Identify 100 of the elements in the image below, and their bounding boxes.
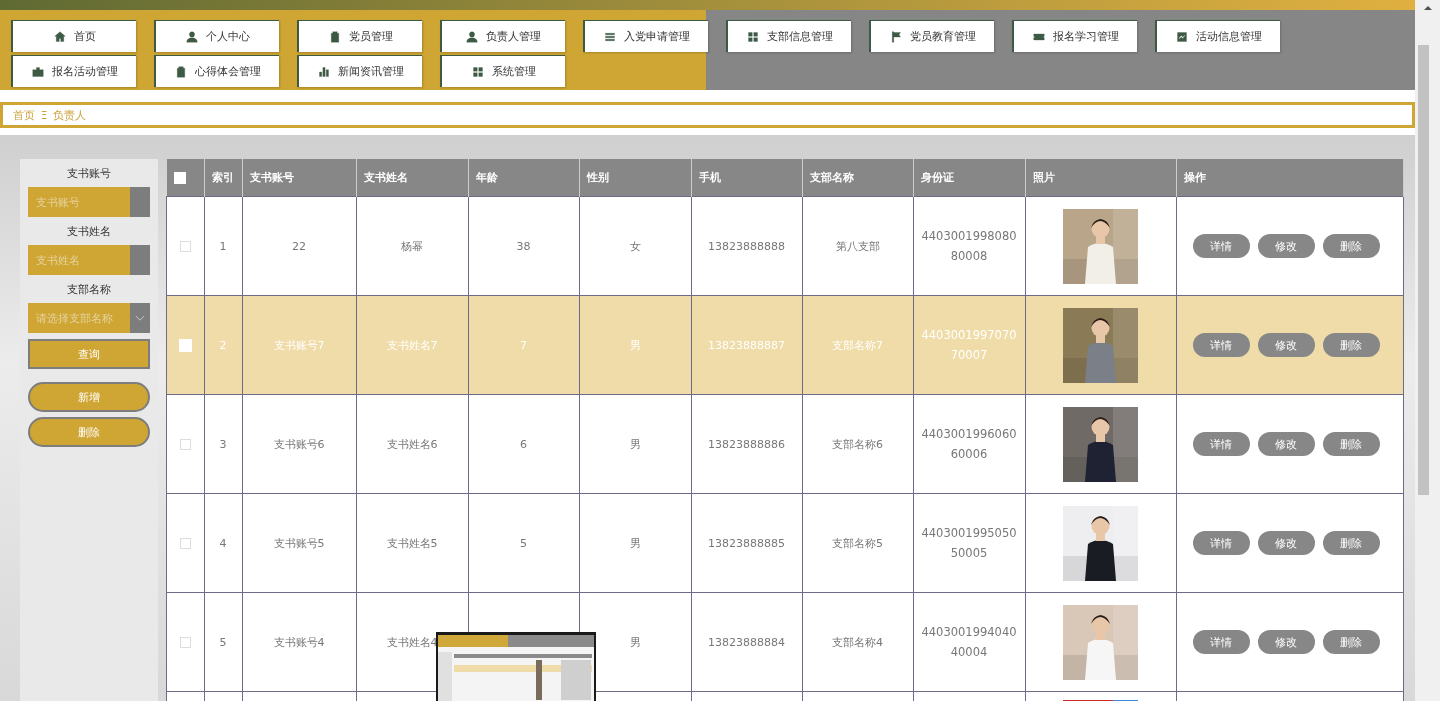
table-row[interactable]: 2 支书账号7 支书姓名7 7 男 13823888887 支部名称7 440300199707070007 详情 修改 删除: [166, 295, 1403, 395]
flag-icon: [889, 30, 902, 43]
edit-button[interactable]: 修改: [1257, 234, 1315, 258]
table-cell: 支书账号5: [242, 493, 356, 593]
table-cell: 男: [579, 295, 691, 395]
column-header: 身份证: [913, 159, 1025, 197]
detail-button[interactable]: 详情: [1192, 531, 1250, 555]
table-row[interactable]: 3 支书账号6 支书姓名6 6 男 13823888886 支部名称6 440300199606060006 详情 修改 删除: [166, 394, 1403, 494]
delete-button[interactable]: 删除: [1322, 531, 1380, 555]
field-label: 支书姓名: [67, 224, 111, 240]
edit-button[interactable]: 修改: [1257, 630, 1315, 654]
row-checkbox[interactable]: [179, 637, 191, 648]
nav-button[interactable]: 党员管理: [297, 20, 422, 52]
nav-button[interactable]: 报名学习管理: [1012, 20, 1137, 52]
table-cell: 13823888887: [691, 295, 802, 395]
field-addon: [130, 187, 150, 217]
column-header: 操作: [1176, 159, 1403, 197]
home-icon: [53, 30, 66, 43]
grid-icon: [746, 30, 759, 43]
table-cell-text: 440300199505050005: [921, 525, 1017, 562]
user-icon: [466, 30, 478, 43]
table-row[interactable]: 1 22 杨幂 38 女 13823888888 第八支部 440300199808080008 详情 修改 删除: [166, 196, 1403, 296]
table-cell-text: 440300199606060006: [921, 426, 1017, 463]
scrollbar[interactable]: [1415, 0, 1440, 701]
row-checkbox[interactable]: [179, 241, 191, 252]
edit-button[interactable]: 修改: [1257, 333, 1315, 357]
briefcase-icon: [31, 65, 44, 78]
table-cell-text: 440300199404040004: [921, 624, 1017, 661]
table-cell: 支书账号7: [242, 295, 356, 395]
table-cell: 第八支部: [802, 196, 913, 296]
grid-icon: [471, 65, 484, 78]
chevron-down-icon: [135, 314, 145, 322]
table-cell: 38: [468, 196, 579, 296]
select-field[interactable]: 请选择支部名称: [28, 303, 130, 333]
delete-button[interactable]: 删除: [1322, 234, 1380, 258]
column-header: 索引: [204, 159, 242, 197]
table-cell: 支书账号4: [242, 592, 356, 692]
nav-button[interactable]: 首页: [11, 20, 136, 52]
table-cell: 13823888885: [691, 493, 802, 593]
column-header: 支书姓名: [356, 159, 468, 197]
column-header: 手机: [691, 159, 802, 197]
delete-button[interactable]: 删除: [1322, 333, 1380, 357]
table-cell: 2: [204, 295, 242, 395]
nav-button[interactable]: 支部信息管理: [726, 20, 851, 52]
breadcrumb-home-link[interactable]: 首页: [13, 107, 35, 123]
clipboard-icon: [328, 30, 341, 43]
table-cell: 支书姓名7: [356, 295, 468, 395]
table-cell: 13823888884: [691, 592, 802, 692]
detail-button[interactable]: 详情: [1192, 234, 1250, 258]
table-cell: 4: [204, 493, 242, 593]
field-addon: [130, 245, 150, 275]
table-row[interactable]: 4 支书账号5 支书姓名5 5 男 13823888885 支部名称5 440300199505050005 详情 修改 删除: [166, 493, 1403, 593]
edit-button[interactable]: 修改: [1257, 432, 1315, 456]
breadcrumb-current: 负责人: [53, 107, 87, 123]
chart-icon: [1175, 30, 1188, 43]
input-field[interactable]: 支书账号: [28, 187, 130, 217]
scrollbar-thumb[interactable]: [1418, 45, 1429, 495]
row-checkbox[interactable]: [179, 439, 191, 450]
delete-button[interactable]: 删除: [28, 417, 150, 447]
nav-button[interactable]: 新闻资讯管理: [297, 55, 422, 87]
input-field[interactable]: 支书姓名: [28, 245, 130, 275]
table-cell: 杨幂: [356, 196, 468, 296]
edit-button[interactable]: 修改: [1257, 531, 1315, 555]
nav-button[interactable]: 个人中心: [154, 20, 279, 52]
bar-chart-icon: [317, 65, 330, 78]
column-header: 支书账号: [242, 159, 356, 197]
list-icon: [603, 30, 616, 43]
detail-button[interactable]: 详情: [1192, 432, 1250, 456]
clipboard-icon: [174, 65, 187, 78]
table-cell: 支部名称6: [802, 394, 913, 494]
field-label: 支书账号: [67, 166, 111, 182]
table-cell: 女: [579, 196, 691, 296]
table-cell: 5: [204, 592, 242, 692]
query-button[interactable]: 查询: [28, 339, 150, 369]
delete-button[interactable]: 删除: [1322, 432, 1380, 456]
table-cell: 支部名称7: [802, 295, 913, 395]
column-header: 年龄: [468, 159, 579, 197]
breadcrumb-separator: Ξ: [41, 109, 48, 121]
nav-button[interactable]: 负责人管理: [440, 20, 565, 52]
select-all-checkbox[interactable]: [173, 172, 186, 184]
nav-button[interactable]: 入党申请管理: [583, 20, 708, 52]
nav-button[interactable]: 活动信息管理: [1155, 20, 1280, 52]
table-cell: 男: [579, 493, 691, 593]
detail-button[interactable]: 详情: [1192, 630, 1250, 654]
detail-button[interactable]: 详情: [1192, 333, 1250, 357]
nav-button[interactable]: 报名活动管理: [11, 55, 136, 87]
delete-button[interactable]: 删除: [1322, 630, 1380, 654]
add-button[interactable]: 新增: [28, 382, 150, 412]
nav-button[interactable]: 党员教育管理: [869, 20, 994, 52]
table-cell: 3: [204, 394, 242, 494]
table-cell: 支书账号6: [242, 394, 356, 494]
table-cell: 支书姓名6: [356, 394, 468, 494]
table-cell-text: 440300199707070007: [921, 327, 1017, 364]
nav-button[interactable]: 系统管理: [440, 55, 565, 87]
table-cell: 5: [468, 493, 579, 593]
nav-button[interactable]: 心得体会管理: [154, 55, 279, 87]
table-cell: 支部名称4: [802, 592, 913, 692]
row-checkbox[interactable]: [179, 538, 191, 549]
table-cell: 13823888888: [691, 196, 802, 296]
scroll-up-icon[interactable]: [1423, 4, 1433, 12]
